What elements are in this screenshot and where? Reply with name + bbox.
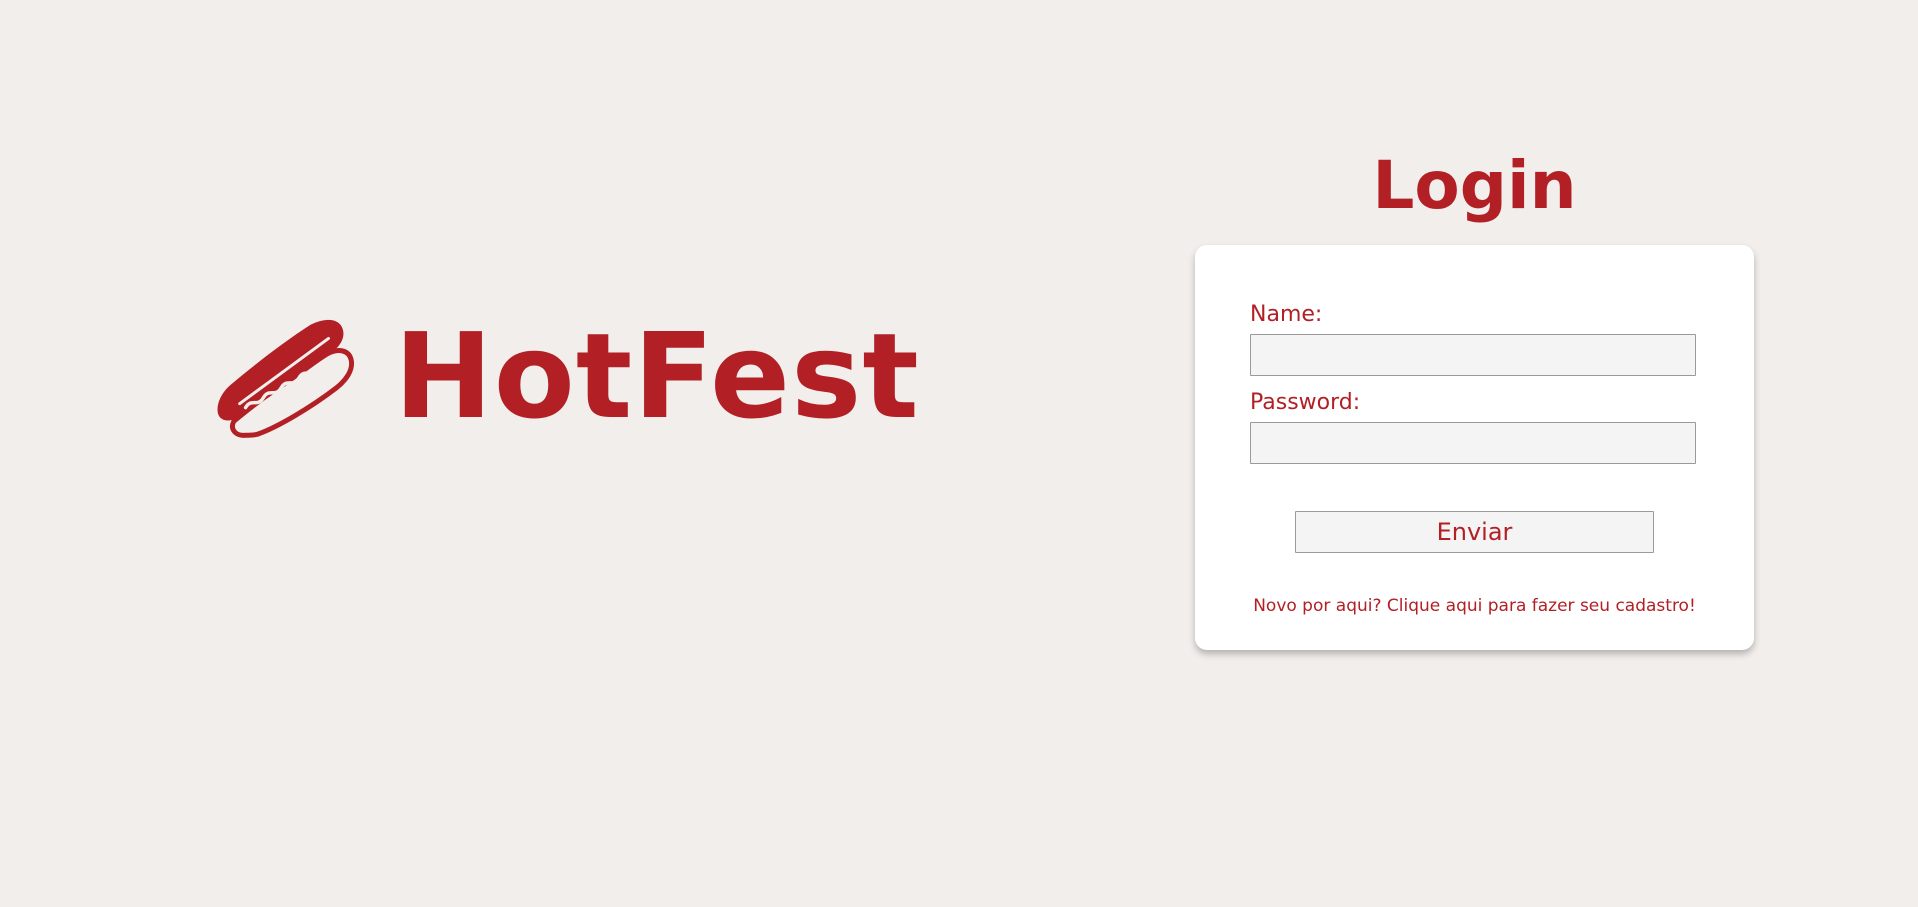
page-title: Login: [1372, 147, 1577, 224]
signup-link[interactable]: Novo por aqui? Clique aqui para fazer se…: [1195, 595, 1754, 617]
submit-button[interactable]: Enviar: [1295, 511, 1654, 553]
name-label: Name:: [1250, 302, 1323, 327]
brand-name: HotFest: [394, 307, 920, 445]
password-input[interactable]: [1250, 422, 1696, 464]
hotdog-icon: [217, 319, 355, 438]
brand-logo: HotFest: [212, 308, 919, 444]
name-input[interactable]: [1250, 334, 1696, 376]
password-label: Password:: [1250, 390, 1361, 415]
login-card: Name: Password: Enviar Novo por aqui? Cl…: [1195, 245, 1754, 650]
